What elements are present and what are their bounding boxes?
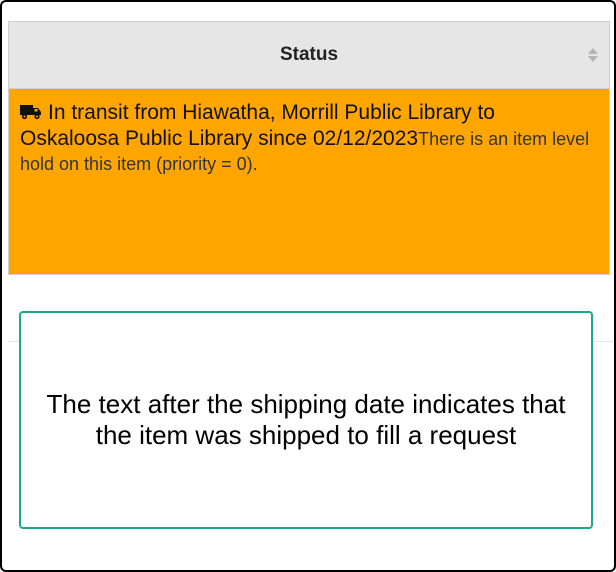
sort-icon[interactable] (587, 46, 599, 64)
screenshot-frame: Status In transit from Hiawatha, Morrill… (0, 0, 616, 572)
status-column-header[interactable]: Status (9, 21, 609, 89)
truck-icon (20, 101, 42, 120)
status-table: Status In transit from Hiawatha, Morrill… (8, 21, 610, 275)
annotation-callout: The text after the shipping date indicat… (19, 311, 593, 529)
callout-text: The text after the shipping date indicat… (46, 389, 566, 450)
status-header-label: Status (279, 44, 339, 65)
status-cell: In transit from Hiawatha, Morrill Public… (9, 89, 609, 275)
